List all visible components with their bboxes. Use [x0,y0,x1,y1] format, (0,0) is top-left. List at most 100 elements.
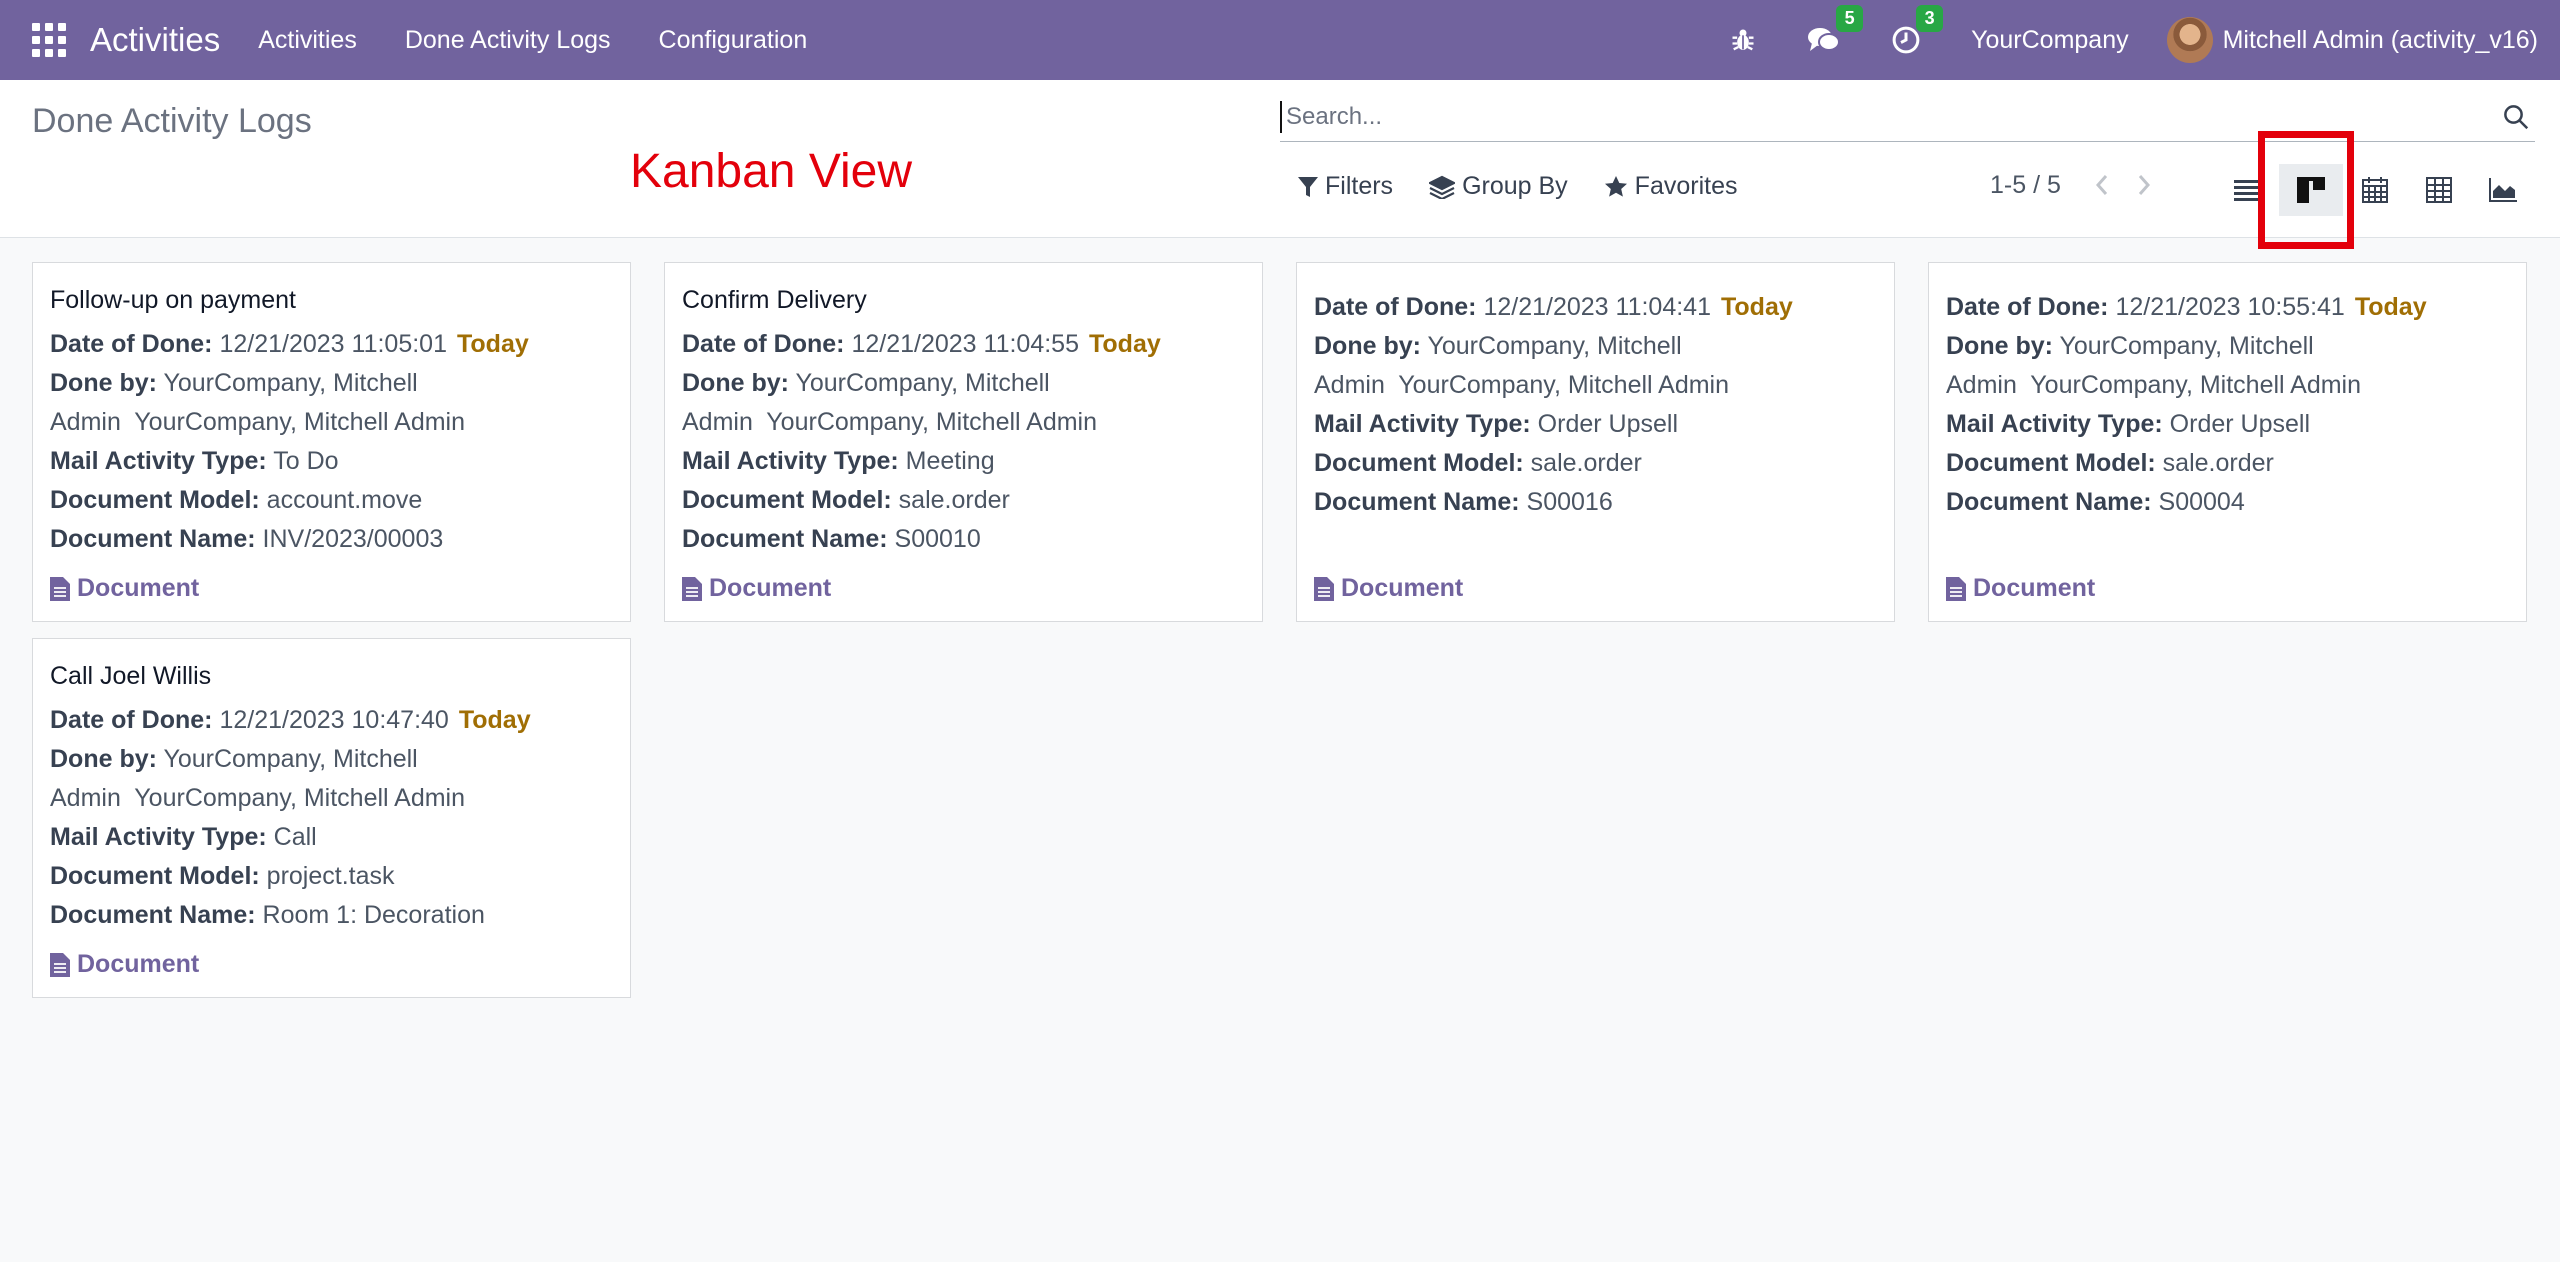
file-text-icon [1314,576,1334,601]
activity-type-field: Mail Activity Type: Meeting [682,447,995,475]
document-model-field: Document Model: sale.order [1946,449,2274,477]
document-link[interactable]: Document [50,574,199,603]
filters-button[interactable]: Filters [1298,172,1393,201]
done-by-field: Done by: YourCompany, Mitchell [50,369,418,397]
user-name: Mitchell Admin (activity_v16) [2222,25,2538,54]
today-badge: Today [456,330,529,358]
kanban-card[interactable]: Follow-up on payment Date of Done: 12/21… [32,262,631,622]
menu-activities[interactable]: Activities [258,26,357,55]
view-switcher [2215,164,2535,216]
messages-chat-icon[interactable]: 5 [1807,5,1864,55]
done-by-field-cont: Admin YourCompany, Mitchell Admin [1314,371,1730,399]
company-switcher[interactable]: YourCompany [1971,26,2129,55]
document-model-field: Document Model: account.move [50,486,423,514]
user-menu[interactable]: Mitchell Admin (activity_v16) [2166,17,2538,63]
card-title: Call Joel Willis [50,662,212,690]
debug-bug-icon[interactable] [1729,26,1757,54]
kanban-card[interactable]: Date of Done: 12/21/2023 10:55:41 Today D… [1928,262,2527,622]
kanban-card[interactable]: Confirm Delivery Date of Done: 12/21/202… [664,262,1263,622]
search-icon[interactable] [2501,102,2531,132]
kanban-view-icon [2297,177,2325,203]
chevron-left-icon [2095,175,2107,195]
file-text-icon [1946,576,1966,601]
file-text-icon [50,576,70,601]
document-name-field: Document Name: S00004 [1946,488,2245,516]
favorites-button[interactable]: Favorites [1604,172,1738,201]
filters-label: Filters [1325,172,1394,200]
document-link[interactable]: Document [682,574,831,603]
activities-clock-icon[interactable]: 3 [1891,5,1944,55]
date-of-done-field: Date of Done: 12/21/2023 10:47:40 Today [50,706,531,734]
navbar-systray: 5 3 YourCompany Mitchell Admin (activity… [1729,0,2560,80]
graph-view-button[interactable] [2471,164,2535,216]
pivot-table-icon [2426,177,2452,203]
activity-type-field: Mail Activity Type: Call [50,823,317,851]
done-by-field-cont: Admin YourCompany, Mitchell Admin [682,408,1098,436]
search-bar [1280,92,2535,142]
document-model-field: Document Model: sale.order [682,486,1010,514]
kanban-view-button[interactable] [2279,164,2343,216]
done-by-field-cont: Admin YourCompany, Mitchell Admin [50,784,466,812]
favorites-label: Favorites [1634,172,1738,200]
file-text-icon [682,576,702,601]
layers-icon [1429,175,1456,199]
done-by-field-cont: Admin YourCompany, Mitchell Admin [50,408,466,436]
activity-type-field: Mail Activity Type: To Do [50,447,339,475]
document-model-field: Document Model: sale.order [1314,449,1642,477]
main-navbar: Activities Activities Done Activity Logs… [0,0,2560,80]
today-badge: Today [458,706,531,734]
pager: 1-5 / 5 [1990,170,2171,200]
today-badge: Today [1720,293,1793,321]
messages-badge: 5 [1836,5,1864,32]
star-icon [1604,175,1627,197]
done-by-field-cont: Admin YourCompany, Mitchell Admin [1946,371,2362,399]
document-link[interactable]: Document [1314,574,1463,603]
list-view-button[interactable] [2215,164,2279,216]
filter-icon [1298,176,1318,197]
group-by-label: Group By [1462,172,1568,200]
document-link[interactable]: Document [50,950,199,979]
menu-configuration[interactable]: Configuration [659,26,808,55]
document-link[interactable]: Document [1946,574,2095,603]
control-panel: Done Activity Logs Kanban View Filters G… [0,80,2560,238]
document-name-field: Document Name: S00010 [682,525,981,553]
card-title: Confirm Delivery [682,286,867,314]
kanban-card[interactable]: Call Joel Willis Date of Done: 12/21/202… [32,638,631,998]
avatar [2166,17,2213,63]
card-title: Follow-up on payment [50,286,296,314]
date-of-done-field: Date of Done: 12/21/2023 11:04:41 Today [1314,293,1793,321]
today-badge: Today [2354,293,2427,321]
search-input[interactable] [1280,100,2501,133]
pager-previous-button[interactable] [2087,170,2117,200]
today-badge: Today [1088,330,1161,358]
pivot-view-button[interactable] [2407,164,2471,216]
date-of-done-field: Date of Done: 12/21/2023 11:04:55 Today [682,330,1161,358]
document-name-field: Document Name: S00016 [1314,488,1613,516]
pager-value[interactable]: 1-5 / 5 [1990,171,2061,200]
done-by-field: Done by: YourCompany, Mitchell [50,745,418,773]
activity-type-field: Mail Activity Type: Order Upsell [1946,410,2310,438]
kanban-card[interactable]: Date of Done: 12/21/2023 11:04:41 Today D… [1296,262,1895,622]
page-title: Done Activity Logs [32,102,312,140]
calendar-view-button[interactable] [2343,164,2407,216]
kanban-view-annotation: Kanban View [630,145,912,198]
app-menu-icon[interactable] [32,23,66,57]
document-model-field: Document Model: project.task [50,862,395,890]
list-view-icon [2234,180,2260,201]
done-by-field: Done by: YourCompany, Mitchell [1314,332,1682,360]
done-by-field: Done by: YourCompany, Mitchell [682,369,1050,397]
menu-done-activity-logs[interactable]: Done Activity Logs [405,26,611,55]
date-of-done-field: Date of Done: 12/21/2023 10:55:41 Today [1946,293,2427,321]
chevron-right-icon [2138,175,2150,195]
pager-next-button[interactable] [2129,170,2159,200]
activities-badge: 3 [1916,5,1944,32]
calendar-view-icon [2362,177,2388,203]
date-of-done-field: Date of Done: 12/21/2023 11:05:01 Today [50,330,529,358]
app-brand[interactable]: Activities [90,21,220,59]
file-text-icon [50,952,70,977]
document-name-field: Document Name: INV/2023/00003 [50,525,444,553]
area-chart-icon [2489,178,2517,202]
search-options: Filters Group By Favorites [1298,172,1773,201]
group-by-button[interactable]: Group By [1429,172,1568,201]
done-by-field: Done by: YourCompany, Mitchell [1946,332,2314,360]
